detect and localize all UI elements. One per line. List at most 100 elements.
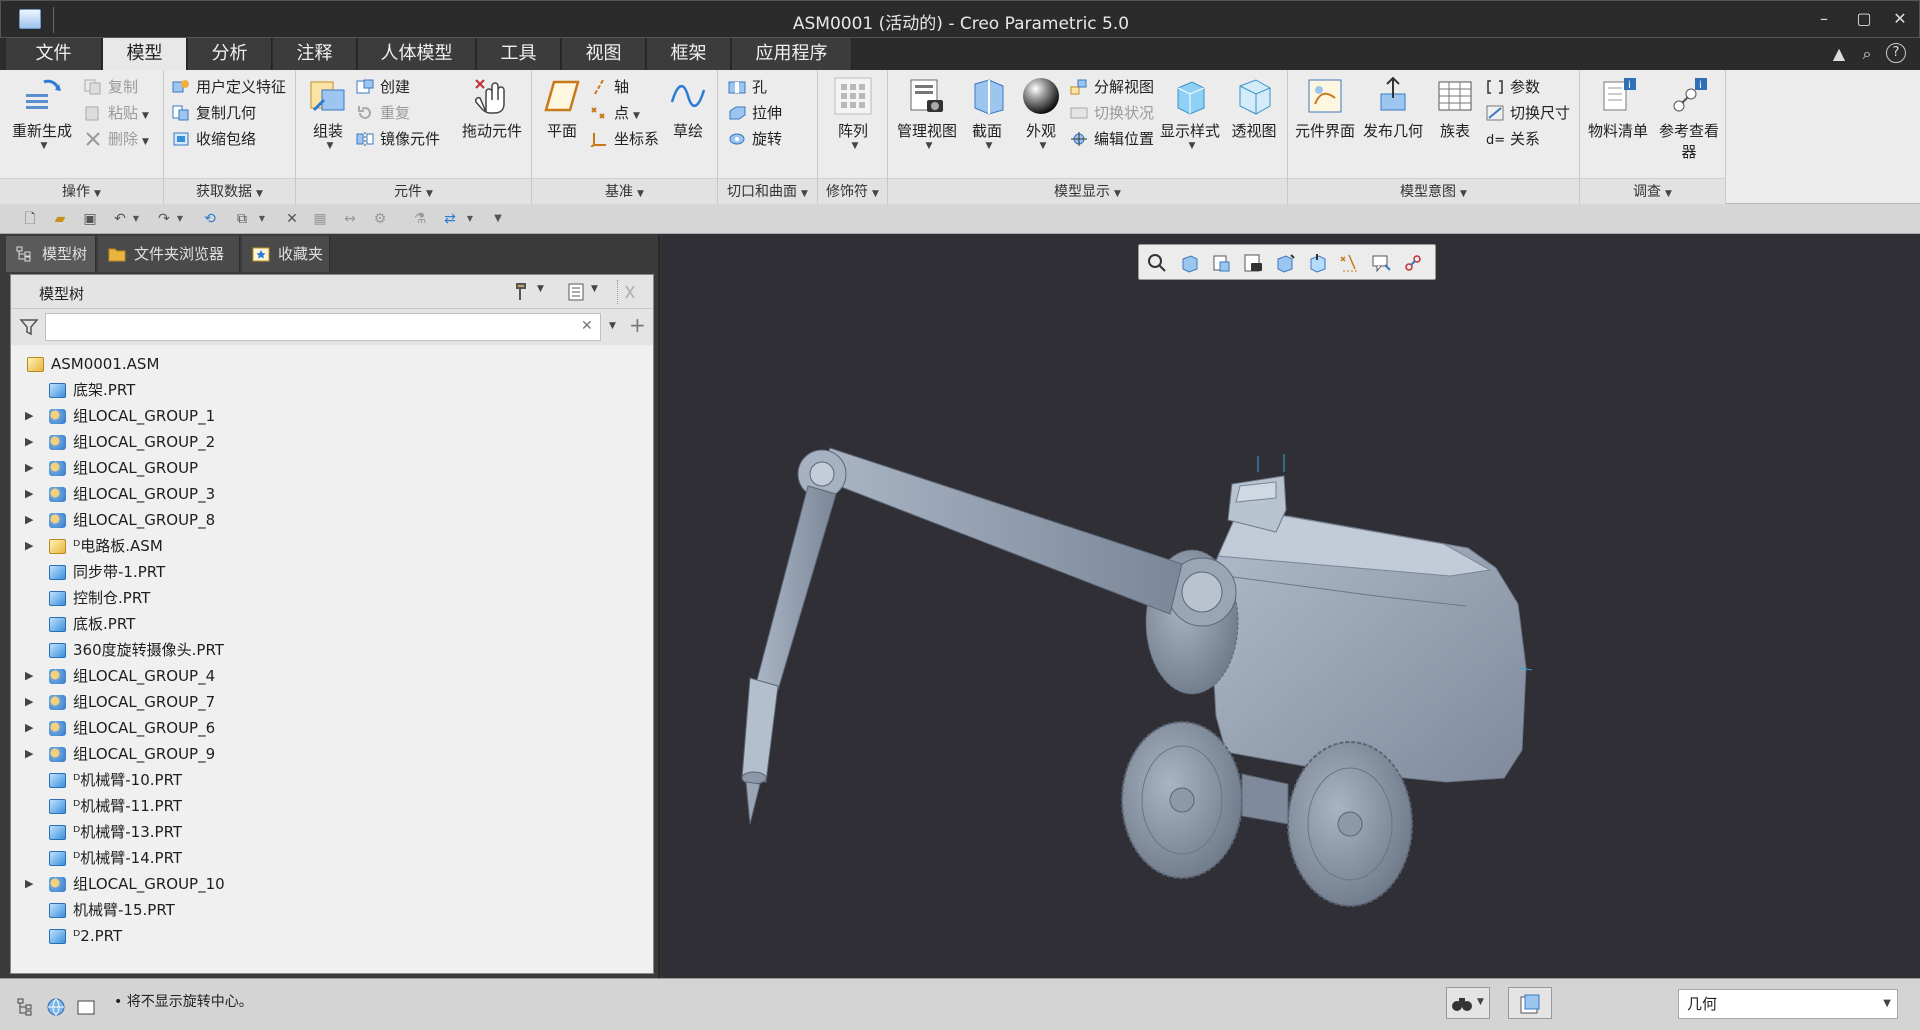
- selection-filter-select[interactable]: 几何 ▼: [1678, 989, 1898, 1019]
- save-icon[interactable]: ▣: [80, 209, 100, 229]
- show-columns-icon[interactable]: [567, 282, 587, 302]
- chevron-down-icon[interactable]: ▼: [591, 284, 598, 294]
- tab-file[interactable]: 文件: [6, 38, 102, 70]
- help-icon[interactable]: ?: [1886, 43, 1906, 63]
- maximize-button[interactable]: ▢: [1851, 7, 1877, 31]
- tree-item[interactable]: ᴰ机械臂-11.PRT: [11, 793, 653, 819]
- graphics-viewport[interactable]: [662, 234, 1920, 978]
- tree-item[interactable]: ▶ 组LOCAL_GROUP_4: [11, 663, 653, 689]
- tree-item[interactable]: 同步带-1.PRT: [11, 559, 653, 585]
- expand-arrow-icon[interactable]: ▶: [25, 871, 33, 897]
- tab-favorites[interactable]: 收藏夹: [242, 236, 330, 272]
- assemble-button[interactable]: 组装 ▼: [300, 74, 356, 151]
- customize-toolbar-icon[interactable]: ▼: [488, 209, 508, 229]
- expand-arrow-icon[interactable]: ▶: [25, 455, 33, 481]
- filter-funnel-icon[interactable]: [19, 317, 39, 337]
- revolve-button[interactable]: 旋转: [726, 126, 782, 152]
- tree-item[interactable]: 底板.PRT: [11, 611, 653, 637]
- csys-button[interactable]: 坐标系: [588, 126, 659, 152]
- tree-item[interactable]: ▶ 组LOCAL_GROUP_8: [11, 507, 653, 533]
- find-button[interactable]: ▼: [1446, 987, 1490, 1019]
- tree-filter-input[interactable]: [45, 313, 601, 341]
- paste-button[interactable]: 粘贴 ▼: [82, 100, 149, 126]
- shrinkwrap-button[interactable]: 收缩包络: [170, 126, 256, 152]
- group-label-datum[interactable]: 基准 ▼: [532, 178, 717, 204]
- expand-arrow-icon[interactable]: ▶: [25, 533, 33, 559]
- edit-position-button[interactable]: 编辑位置: [1068, 126, 1154, 152]
- bom-button[interactable]: i 物料清单: [1584, 74, 1652, 141]
- group-label-component[interactable]: 元件 ▼: [296, 178, 531, 204]
- axis-button[interactable]: 轴: [588, 74, 629, 100]
- tab-view[interactable]: 视图: [562, 38, 646, 70]
- collapse-ribbon-icon[interactable]: ▲: [1828, 43, 1850, 65]
- expand-arrow-icon[interactable]: ▶: [25, 715, 33, 741]
- tree-item[interactable]: ▶ 组LOCAL_GROUP_1: [11, 403, 653, 429]
- expand-arrow-icon[interactable]: ▶: [25, 689, 33, 715]
- extrude-button[interactable]: 拉伸: [726, 100, 782, 126]
- tree-settings-icon[interactable]: [513, 282, 533, 302]
- close-window-icon[interactable]: ✕: [282, 209, 302, 229]
- tree-item[interactable]: ᴰ2.PRT: [11, 923, 653, 949]
- tree-item[interactable]: ᴰ机械臂-13.PRT: [11, 819, 653, 845]
- chevron-down-icon[interactable]: ▼: [537, 284, 544, 294]
- tree-item[interactable]: 360度旋转摄像头.PRT: [11, 637, 653, 663]
- group-label-get-data[interactable]: 获取数据 ▼: [164, 178, 295, 204]
- plane-button[interactable]: 平面: [536, 74, 588, 141]
- expand-arrow-icon[interactable]: ▶: [25, 429, 33, 455]
- tree-item[interactable]: ▶ 组LOCAL_GROUP_6: [11, 715, 653, 741]
- tab-analysis[interactable]: 分析: [188, 38, 272, 70]
- tab-folder-browser[interactable]: 文件夹浏览器: [98, 236, 240, 272]
- tab-tools[interactable]: 工具: [477, 38, 561, 70]
- tree-item[interactable]: ᴰ机械臂-14.PRT: [11, 845, 653, 871]
- regenerate-icon[interactable]: ⟲: [200, 209, 220, 229]
- component-interface-button[interactable]: 元件界面: [1292, 74, 1358, 141]
- switch-dimensions-button[interactable]: 切换尺寸: [1484, 100, 1570, 126]
- add-filter-icon[interactable]: +: [629, 313, 646, 337]
- drag-components-button[interactable]: 拖动元件: [456, 74, 528, 141]
- tree-item[interactable]: ASM0001.ASM: [11, 351, 653, 377]
- toggle-status-button[interactable]: 切换状况: [1068, 100, 1154, 126]
- perspective-button[interactable]: 透视图: [1224, 74, 1284, 141]
- group-label-investigate[interactable]: 调查 ▼: [1580, 178, 1725, 204]
- sketch-button[interactable]: 草绘: [662, 74, 714, 141]
- family-table-button[interactable]: 族表: [1428, 74, 1482, 141]
- tree-item[interactable]: 控制仓.PRT: [11, 585, 653, 611]
- expand-arrow-icon[interactable]: ▶: [25, 663, 33, 689]
- tree-item[interactable]: ▶ 组LOCAL_GROUP_3: [11, 481, 653, 507]
- dimension-icon[interactable]: ↔: [340, 209, 360, 229]
- group-label-model-intent[interactable]: 模型意图 ▼: [1288, 178, 1579, 204]
- clear-filter-icon[interactable]: ✕: [581, 318, 593, 334]
- expand-arrow-icon[interactable]: ▶: [25, 741, 33, 767]
- tab-annotate[interactable]: 注释: [273, 38, 357, 70]
- tab-model-tree[interactable]: 模型树: [6, 236, 96, 272]
- publish-geometry-button[interactable]: 发布几何: [1360, 74, 1426, 141]
- tree-item[interactable]: ▶ ᴰ电路板.ASM: [11, 533, 653, 559]
- tab-manikin[interactable]: 人体模型: [358, 38, 476, 70]
- tree-item[interactable]: ▶ 组LOCAL_GROUP_2: [11, 429, 653, 455]
- full-screen-icon[interactable]: [76, 997, 96, 1017]
- select-icon-button[interactable]: [1508, 987, 1552, 1019]
- appearance-button[interactable]: 外观 ▼: [1016, 74, 1066, 151]
- settings-icon[interactable]: ⚙: [370, 209, 390, 229]
- tree-item[interactable]: ᴰ机械臂-10.PRT: [11, 767, 653, 793]
- toggle-navigator-icon[interactable]: [16, 997, 36, 1017]
- parameters-button[interactable]: 参数: [1484, 74, 1540, 100]
- regenerate-button[interactable]: 重新生成 ▼: [6, 74, 78, 151]
- copy-geometry-button[interactable]: 复制几何: [170, 100, 256, 126]
- chevron-down-icon[interactable]: ▼: [252, 209, 272, 229]
- manage-views-button[interactable]: 管理视图 ▼: [894, 74, 960, 151]
- exploded-view-button[interactable]: 分解视图: [1068, 74, 1154, 100]
- chevron-down-icon[interactable]: ▼: [170, 209, 190, 229]
- flask-icon[interactable]: ⚗: [410, 209, 430, 229]
- tree-item[interactable]: ▶ 组LOCAL_GROUP: [11, 455, 653, 481]
- close-button[interactable]: ✕: [1887, 7, 1913, 31]
- new-file-icon[interactable]: 🗋: [20, 209, 40, 229]
- pattern-button[interactable]: 阵列 ▼: [824, 74, 882, 151]
- create-component-button[interactable]: 创建: [354, 74, 410, 100]
- expand-arrow-icon[interactable]: ▶: [25, 403, 33, 429]
- chevron-down-icon[interactable]: ▼: [609, 321, 616, 331]
- group-label-modifiers[interactable]: 修饰符 ▼: [818, 178, 887, 204]
- point-button[interactable]: 点 ▼: [588, 100, 640, 126]
- chevron-down-icon[interactable]: ▼: [126, 209, 146, 229]
- chevron-down-icon[interactable]: ▼: [460, 209, 480, 229]
